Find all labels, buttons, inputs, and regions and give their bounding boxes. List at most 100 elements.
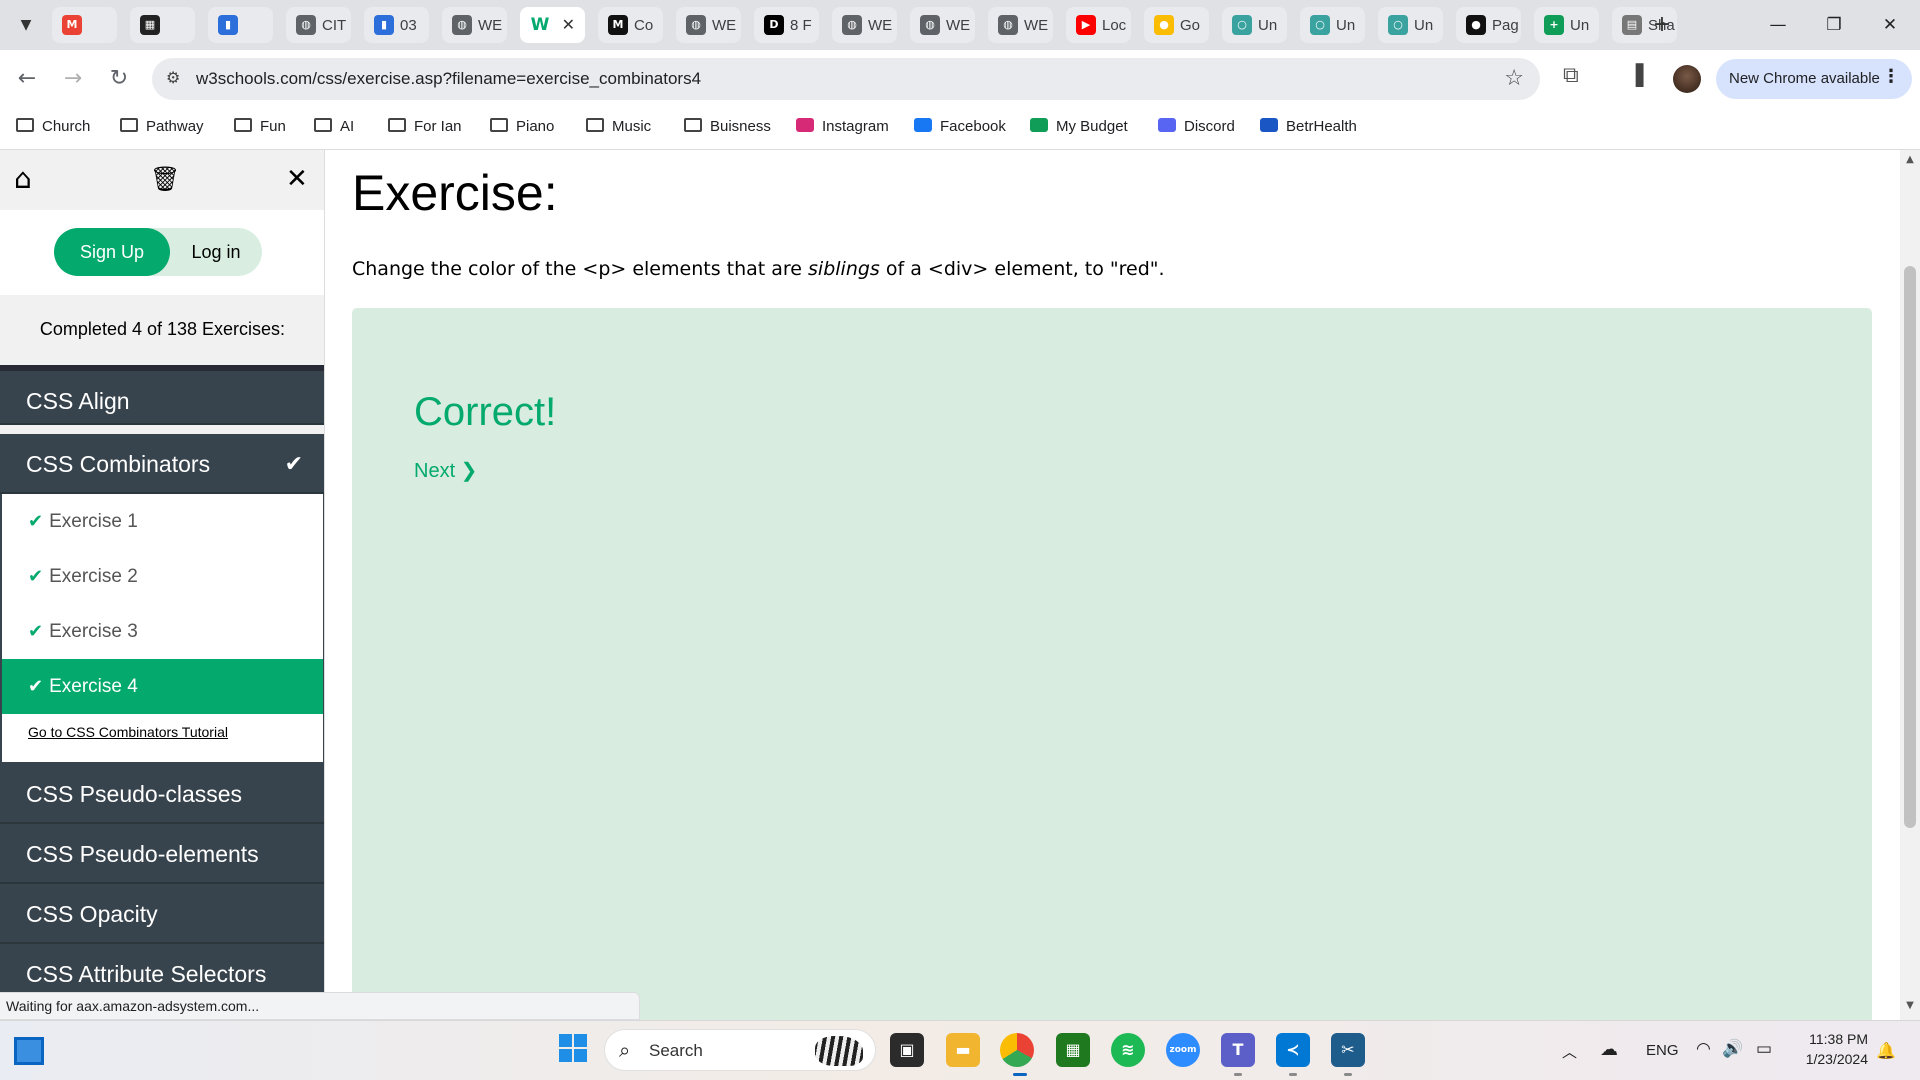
exercise-item-2[interactable]: ✔ Exercise 2 xyxy=(2,549,323,604)
onedrive-cloud-icon[interactable]: ☁ xyxy=(1600,1039,1618,1060)
taskbar-search[interactable]: ⌕ Search xyxy=(604,1029,876,1071)
notification-bell-icon[interactable]: 🔔 xyxy=(1876,1041,1896,1061)
exercise-item-3[interactable]: ✔ Exercise 3 xyxy=(2,604,323,659)
side-panel-icon[interactable]: ▐ xyxy=(1628,63,1643,87)
browser-tab[interactable]: ○ Un xyxy=(1378,7,1443,43)
browser-tab[interactable]: ○ Un xyxy=(1300,7,1365,43)
forward-arrow-icon[interactable]: → xyxy=(58,64,88,94)
site-info-icon[interactable]: ⚙ xyxy=(166,68,180,87)
clock-date[interactable]: 1/23/2024 xyxy=(1790,1051,1868,1067)
category-css-align[interactable]: CSS Align xyxy=(0,365,324,425)
vscode-icon[interactable]: ≺ xyxy=(1276,1033,1310,1067)
browser-tab[interactable]: W ✕ xyxy=(520,7,585,43)
folder-icon xyxy=(388,118,406,132)
browser-tab[interactable]: ◍ CIT xyxy=(286,7,351,43)
browser-tab[interactable]: ● Pag xyxy=(1456,7,1521,43)
extensions-icon[interactable]: ⧉ xyxy=(1563,63,1579,88)
spotify-icon[interactable]: ≋ xyxy=(1111,1033,1145,1067)
folder-icon xyxy=(314,118,332,132)
browser-tab[interactable]: ▮ xyxy=(208,7,273,43)
bookmark-star-icon[interactable]: ☆ xyxy=(1504,66,1524,91)
new-chrome-available-button[interactable]: New Chrome available ⋮ xyxy=(1716,59,1912,99)
browser-tab[interactable]: + Un xyxy=(1534,7,1599,43)
widgets-icon[interactable] xyxy=(14,1037,44,1065)
address-bar[interactable]: ⚙ w3schools.com/css/exercise.asp?filenam… xyxy=(152,58,1540,100)
browser-tab[interactable]: D 8 F xyxy=(754,7,819,43)
battery-icon[interactable]: ▭ xyxy=(1756,1039,1772,1059)
bookmark-buisness[interactable]: Buisness xyxy=(684,118,771,140)
bookmark-piano[interactable]: Piano xyxy=(490,118,554,140)
url-text[interactable]: w3schools.com/css/exercise.asp?filename=… xyxy=(196,69,701,89)
new-tab-button[interactable]: + xyxy=(1648,12,1676,40)
page-scrollbar[interactable]: ▲ ▼ xyxy=(1900,150,1920,1020)
task-view-icon[interactable]: ▣ xyxy=(890,1033,924,1067)
teams-icon[interactable]: T xyxy=(1221,1033,1255,1067)
bookmark-instagram[interactable]: Instagram xyxy=(796,118,889,140)
bookmark-betrhealth[interactable]: BetrHealth xyxy=(1260,118,1357,140)
category-css-pseudo-classes[interactable]: CSS Pseudo-classes xyxy=(0,764,324,824)
next-link[interactable]: Next ❯ xyxy=(414,458,477,483)
zoom-icon[interactable]: zoom xyxy=(1166,1033,1200,1067)
scroll-up-arrow-icon[interactable]: ▲ xyxy=(1900,154,1920,168)
volume-icon[interactable]: 🔊 xyxy=(1722,1039,1743,1059)
close-tab-icon[interactable]: ✕ xyxy=(562,15,575,34)
bookmark-label: Music xyxy=(612,118,652,135)
checkmark-icon: ✔ xyxy=(28,676,44,696)
browser-tab[interactable]: M xyxy=(52,7,117,43)
browser-tab[interactable]: ▮ 03 xyxy=(364,7,429,43)
reload-icon[interactable]: ↻ xyxy=(104,64,134,94)
tab-search-chevron-icon[interactable]: ▼ xyxy=(14,13,38,37)
browser-tab[interactable]: ◍ WE xyxy=(442,7,507,43)
close-icon[interactable]: ✕ xyxy=(286,164,308,194)
category-css-pseudo-elements[interactable]: CSS Pseudo-elements xyxy=(0,824,324,884)
bookmark-pathway[interactable]: Pathway xyxy=(120,118,204,140)
scroll-thumb[interactable] xyxy=(1904,266,1916,828)
show-hidden-icons-chevron-icon[interactable]: ︿ xyxy=(1562,1041,1577,1062)
update-chip-label: New Chrome available xyxy=(1729,70,1880,87)
snipping-tool-icon[interactable]: ✂ xyxy=(1331,1033,1365,1067)
circle-icon: ○ xyxy=(1232,15,1252,35)
log-in-button[interactable]: Log in xyxy=(170,228,262,276)
bookmark-facebook[interactable]: Facebook xyxy=(914,118,1006,140)
bookmark-label: Church xyxy=(42,118,91,135)
close-window-icon[interactable]: ✕ xyxy=(1870,12,1910,38)
tutorial-link[interactable]: Go to CSS Combinators Tutorial xyxy=(28,724,228,740)
bookmark-for-ian[interactable]: For Ian xyxy=(388,118,462,140)
clock-time[interactable]: 11:38 PM xyxy=(1800,1031,1868,1047)
bookmark-music[interactable]: Music xyxy=(586,118,651,140)
browser-tab[interactable]: ◍ WE xyxy=(910,7,975,43)
browser-tab[interactable]: ▦ xyxy=(130,7,195,43)
home-icon[interactable]: ⌂ xyxy=(14,164,32,194)
browser-tab[interactable]: M Co xyxy=(598,7,663,43)
browser-tab[interactable]: ◍ WE xyxy=(988,7,1053,43)
minimize-icon[interactable]: — xyxy=(1758,12,1798,38)
bookmark-church[interactable]: Church xyxy=(16,118,90,140)
back-arrow-icon[interactable]: ← xyxy=(12,64,42,94)
category-css-opacity[interactable]: CSS Opacity xyxy=(0,884,324,944)
wifi-icon[interactable]: ◠ xyxy=(1696,1039,1711,1059)
windows-start-icon[interactable] xyxy=(556,1033,590,1067)
bookmark-my-budget[interactable]: My Budget xyxy=(1030,118,1128,140)
category-css-combinators[interactable]: CSS Combinators ✔ xyxy=(0,434,324,494)
bookmark-label: Facebook xyxy=(940,118,1006,135)
folder-icon xyxy=(684,118,702,132)
bookmark-ai[interactable]: AI xyxy=(314,118,354,140)
restore-icon[interactable]: ❐ xyxy=(1814,12,1854,38)
browser-tab[interactable]: ◍ WE xyxy=(832,7,897,43)
file-explorer-icon[interactable]: ▬ xyxy=(946,1033,980,1067)
browser-tab[interactable]: ▶ Loc xyxy=(1066,7,1131,43)
language-indicator[interactable]: ENG xyxy=(1646,1042,1679,1059)
bookmark-fun[interactable]: Fun xyxy=(234,118,286,140)
exercise-item-4-active[interactable]: ✔ Exercise 4 xyxy=(2,659,323,714)
profile-avatar[interactable] xyxy=(1673,65,1701,93)
exercise-item-1[interactable]: ✔ Exercise 1 xyxy=(2,494,323,549)
scroll-down-arrow-icon[interactable]: ▼ xyxy=(1900,1000,1920,1014)
browser-tab[interactable]: ◍ WE xyxy=(676,7,741,43)
chrome-icon[interactable] xyxy=(1000,1033,1034,1067)
bookmark-discord[interactable]: Discord xyxy=(1158,118,1235,140)
sign-up-button[interactable]: Sign Up xyxy=(54,228,170,276)
trash-icon[interactable]: 🗑 xyxy=(150,164,180,194)
minecraft-icon[interactable]: ▦ xyxy=(1056,1033,1090,1067)
browser-tab[interactable]: ○ Un xyxy=(1222,7,1287,43)
browser-tab[interactable]: ● Go xyxy=(1144,7,1209,43)
